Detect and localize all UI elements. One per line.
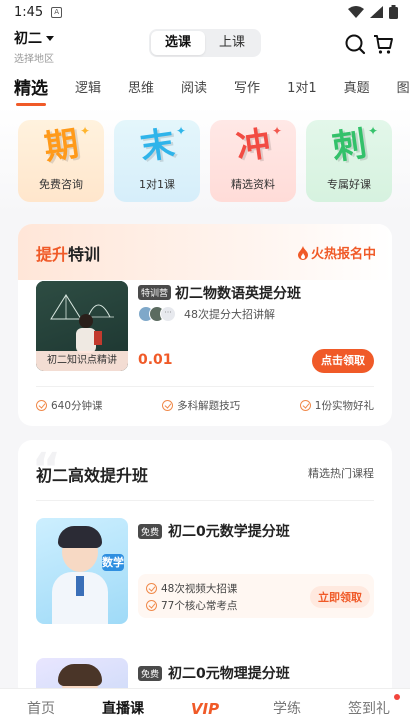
feature-exclusive-courses[interactable]: 刺 ✦ 专属好课 bbox=[306, 120, 392, 202]
tab-exam-papers[interactable]: 真题 bbox=[344, 77, 370, 96]
notification-icon: A bbox=[51, 6, 63, 18]
course-name: 初二0元数学提分班 bbox=[168, 524, 290, 540]
special-training-card[interactable]: 提升特训 火热报名中 初二知识点精讲 特训营 初二物数语英提分班 ··· 48次… bbox=[18, 224, 392, 426]
status-time: 1:45 bbox=[14, 4, 44, 20]
course-thumbnail[interactable]: 数学 bbox=[36, 518, 128, 624]
more-avatars-icon: ··· bbox=[160, 306, 176, 322]
tab-reading[interactable]: 阅读 bbox=[181, 77, 207, 96]
wifi-icon bbox=[348, 6, 364, 18]
feature-tiles: 期 ✦ 免费咨询 末 ✦ 1对1课 冲 ✦ 精选资料 刺 ✦ 专属好课 bbox=[18, 120, 392, 202]
grade-label: 初二 bbox=[14, 31, 42, 47]
bottom-navigation: 首页 直播课 VIP 学练 签到礼 bbox=[0, 688, 410, 728]
course-thumbnail[interactable]: 初二知识点精讲 bbox=[36, 281, 128, 371]
course-highlights: 48次视频大招课 77个核心常考点 立即领取 bbox=[138, 574, 374, 618]
title-highlight: 提升 bbox=[36, 245, 69, 264]
free-tag: 免费 bbox=[138, 524, 163, 539]
sparkle-icon: ✦ bbox=[367, 124, 378, 138]
highlight-item: 77个核心常考点 bbox=[146, 598, 237, 613]
signal-icon bbox=[370, 6, 383, 18]
sparkle-icon: ✦ bbox=[175, 124, 186, 138]
check-circle-icon bbox=[146, 583, 157, 594]
segment-select-course[interactable]: 选课 bbox=[151, 31, 205, 55]
feature-glyph: 末 bbox=[137, 123, 178, 169]
status-bar: 1:45 A bbox=[0, 0, 410, 24]
highlight-item: 48次视频大招课 bbox=[146, 581, 237, 596]
feature-free-consult[interactable]: 期 ✦ 免费咨询 bbox=[18, 120, 104, 202]
search-icon[interactable] bbox=[344, 33, 366, 55]
check-circle-icon bbox=[162, 400, 174, 411]
category-tabs: 精选 逻辑 思维 阅读 写作 1对1 真题 图 bbox=[0, 66, 410, 106]
teacher-figure bbox=[76, 314, 102, 353]
camp-badge: 特训营 bbox=[138, 285, 172, 300]
check-circle-icon bbox=[299, 400, 311, 411]
battery-icon bbox=[389, 5, 398, 19]
caret-down-icon bbox=[46, 35, 54, 41]
cart-icon[interactable] bbox=[372, 33, 394, 55]
nav-live-courses[interactable]: 直播课 bbox=[82, 689, 164, 728]
tab-one-on-one[interactable]: 1对1 bbox=[287, 77, 317, 96]
segment-attend-class[interactable]: 上课 bbox=[205, 31, 259, 55]
sparkle-icon: ✦ bbox=[271, 124, 282, 138]
fire-icon bbox=[297, 245, 308, 260]
tab-logic[interactable]: 逻辑 bbox=[75, 77, 101, 96]
feature-label: 1对1课 bbox=[139, 178, 175, 191]
tab-writing[interactable]: 写作 bbox=[234, 77, 260, 96]
section-title: 初二高效提升班 bbox=[36, 466, 149, 485]
more-courses-link[interactable]: 精选热门课程 bbox=[308, 465, 374, 481]
course-item-math[interactable]: 数学 免费 初二0元数学提分班 48次视频大招课 77个核心常考点 立即领取 bbox=[36, 518, 374, 628]
feature-label: 精选资料 bbox=[231, 178, 275, 191]
nav-home[interactable]: 首页 bbox=[0, 689, 82, 728]
course-mode-switch: 选课 上课 bbox=[149, 29, 261, 57]
perk-list: 640分钟课 多科解题技巧 1份实物好礼 bbox=[36, 398, 374, 413]
tab-featured[interactable]: 精选 bbox=[14, 74, 48, 106]
section-title: 提升特训 bbox=[36, 241, 100, 265]
feature-glyph: 冲 bbox=[233, 123, 274, 169]
subject-label: 数学 bbox=[102, 554, 124, 571]
feature-glyph: 期 bbox=[41, 123, 82, 169]
nav-checkin-gift[interactable]: 签到礼 bbox=[328, 689, 410, 728]
teacher-avatars: ··· bbox=[138, 306, 176, 322]
perk-item: 多科解题技巧 bbox=[162, 398, 240, 413]
course-name: 初二0元物理提分班 bbox=[168, 666, 290, 682]
feature-glyph: 刺 bbox=[329, 123, 370, 169]
check-circle-icon bbox=[36, 400, 47, 411]
nav-practice[interactable]: 学练 bbox=[246, 689, 328, 728]
course-price: 0.01 bbox=[138, 352, 173, 368]
course-subtitle: 48次提分大招讲解 bbox=[184, 308, 275, 321]
sparkle-icon: ✦ bbox=[79, 124, 90, 138]
top-header: 初二 选择地区 选课 上课 bbox=[0, 24, 410, 66]
free-tag: 免费 bbox=[138, 666, 163, 681]
region-hint: 选择地区 bbox=[14, 54, 54, 65]
perk-item: 640分钟课 bbox=[36, 398, 103, 413]
check-circle-icon bbox=[146, 600, 157, 611]
claim-now-button[interactable]: 立即领取 bbox=[310, 586, 370, 608]
grade-selector[interactable]: 初二 选择地区 bbox=[14, 28, 54, 65]
course-name: 初二物数语英提分班 bbox=[175, 286, 301, 302]
hot-signup-label: 火热报名中 bbox=[297, 243, 376, 262]
tab-thinking[interactable]: 思维 bbox=[128, 77, 154, 96]
perk-item: 1份实物好礼 bbox=[299, 398, 374, 413]
tab-more[interactable]: 图 bbox=[397, 77, 410, 96]
claim-button[interactable]: 点击领取 bbox=[312, 349, 374, 373]
nav-vip[interactable]: VIP bbox=[164, 689, 246, 728]
thumbnail-caption: 初二知识点精讲 bbox=[36, 351, 128, 371]
improvement-classes-card: “ 初二高效提升班 精选热门课程 数学 免费 初二0元数学提分班 48次视频大招… bbox=[18, 440, 392, 700]
title-rest: 特训 bbox=[68, 245, 101, 264]
feature-one-on-one[interactable]: 末 ✦ 1对1课 bbox=[114, 120, 200, 202]
notification-dot bbox=[394, 694, 400, 700]
feature-label: 免费咨询 bbox=[39, 178, 83, 191]
feature-materials[interactable]: 冲 ✦ 精选资料 bbox=[210, 120, 296, 202]
feature-label: 专属好课 bbox=[327, 178, 371, 191]
